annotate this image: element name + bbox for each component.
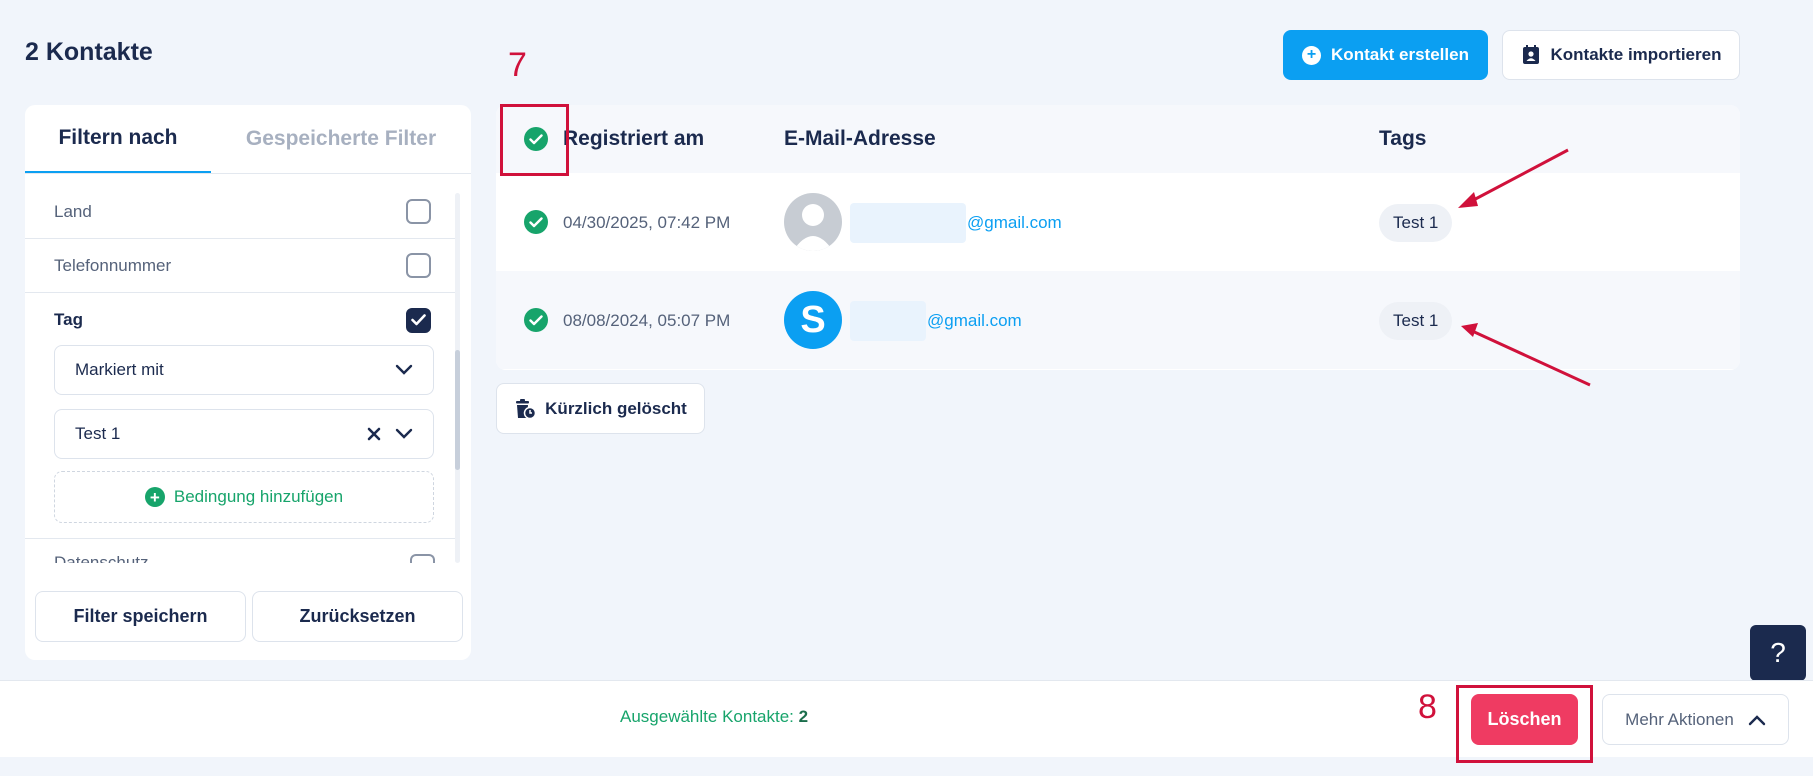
filter-phone-checkbox[interactable] [406,253,431,278]
registered-date: 08/08/2024, 05:07 PM [563,311,731,330]
annotation-arrows [1458,148,1591,387]
filter-scrollbar-thumb[interactable] [455,350,460,470]
more-actions-button[interactable]: Mehr Aktionen [1602,694,1789,745]
chevron-up-icon [1748,714,1766,725]
tab-divider [25,173,471,174]
redacted-email-prefix [850,301,926,341]
filter-row-country[interactable]: Land [25,185,455,239]
recently-deleted-label: Kürzlich gelöscht [545,398,687,418]
filter-row-label: Telefonnummer [54,255,172,275]
checkmark-icon [411,314,426,326]
checkmark-icon [529,314,543,325]
column-tags[interactable]: Tags [1379,105,1426,173]
filter-panel: Filtern nach Gespeicherte Filter Land Te… [25,105,471,660]
email-address[interactable]: @gmail.com [967,213,1062,233]
annotation-box-8 [1456,685,1593,763]
tab-filter-by[interactable]: Filtern nach [25,105,211,173]
filter-tag-checkbox[interactable] [406,307,431,333]
selected-contacts-count: Ausgewählte Kontakte: 2 [620,707,808,727]
registered-date: 04/30/2025, 07:42 PM [563,213,731,232]
filter-row-label: Land [54,201,92,221]
contact-book-icon [1522,45,1539,64]
filter-row-phone[interactable]: Telefonnummer [25,239,455,293]
annotation-number-7: 7 [508,46,527,84]
checkmark-icon [529,216,543,227]
row-select-checkbox[interactable] [524,308,548,332]
tag-value-select-value: Test 1 [75,424,121,443]
filter-country-checkbox[interactable] [406,199,431,224]
redacted-email-prefix [850,203,966,243]
tab-saved-filters[interactable]: Gespeicherte Filter [211,105,471,173]
condition-select[interactable]: Markiert mit [54,345,434,395]
create-contact-button[interactable]: + Kontakt erstellen [1283,30,1488,80]
save-filter-button[interactable]: Filter speichern [35,591,246,642]
divider [25,538,455,539]
row-select-checkbox[interactable] [524,210,548,234]
chevron-down-icon [395,364,413,375]
plus-circle-icon: + [1302,45,1322,65]
column-email[interactable]: E-Mail-Adresse [784,105,936,173]
annotation-box-7 [500,104,569,176]
filter-row-tag[interactable]: Tag [25,293,455,347]
reset-filter-button[interactable]: Zurücksetzen [252,591,463,642]
annotation-number-8: 8 [1418,688,1437,726]
recently-deleted-button[interactable]: Kürzlich gelöscht [496,383,705,434]
add-condition-button[interactable]: + Bedingung hinzufügen [54,471,434,523]
tag-value-select[interactable]: Test 1 [54,409,434,459]
filter-partial-checkbox [410,554,435,563]
email-address[interactable]: @gmail.com [927,311,1022,331]
page-title: 2 Kontakte [25,38,153,66]
more-actions-label: Mehr Aktionen [1625,709,1734,729]
create-contact-label: Kontakt erstellen [1331,45,1469,64]
column-registered[interactable]: Registriert am [563,105,704,173]
condition-select-value: Markiert mit [75,360,164,379]
selected-contacts-label: Ausgewählte Kontakte: [620,707,794,726]
plus-circle-icon: + [144,487,165,507]
add-condition-label: Bedingung hinzufügen [173,487,344,506]
filter-row-partial: Datenschutz [54,553,149,563]
filter-row-label: Tag [54,310,83,329]
selected-count-value: 2 [798,707,809,726]
letter-avatar: S [784,291,842,349]
chevron-down-icon [395,428,413,439]
clear-icon[interactable] [367,427,381,441]
import-contacts-label: Kontakte importieren [1550,45,1722,64]
import-contacts-button[interactable]: Kontakte importieren [1502,30,1740,80]
trash-clock-icon [516,398,537,419]
help-button[interactable]: ? [1750,625,1806,681]
default-avatar-icon [784,193,842,251]
